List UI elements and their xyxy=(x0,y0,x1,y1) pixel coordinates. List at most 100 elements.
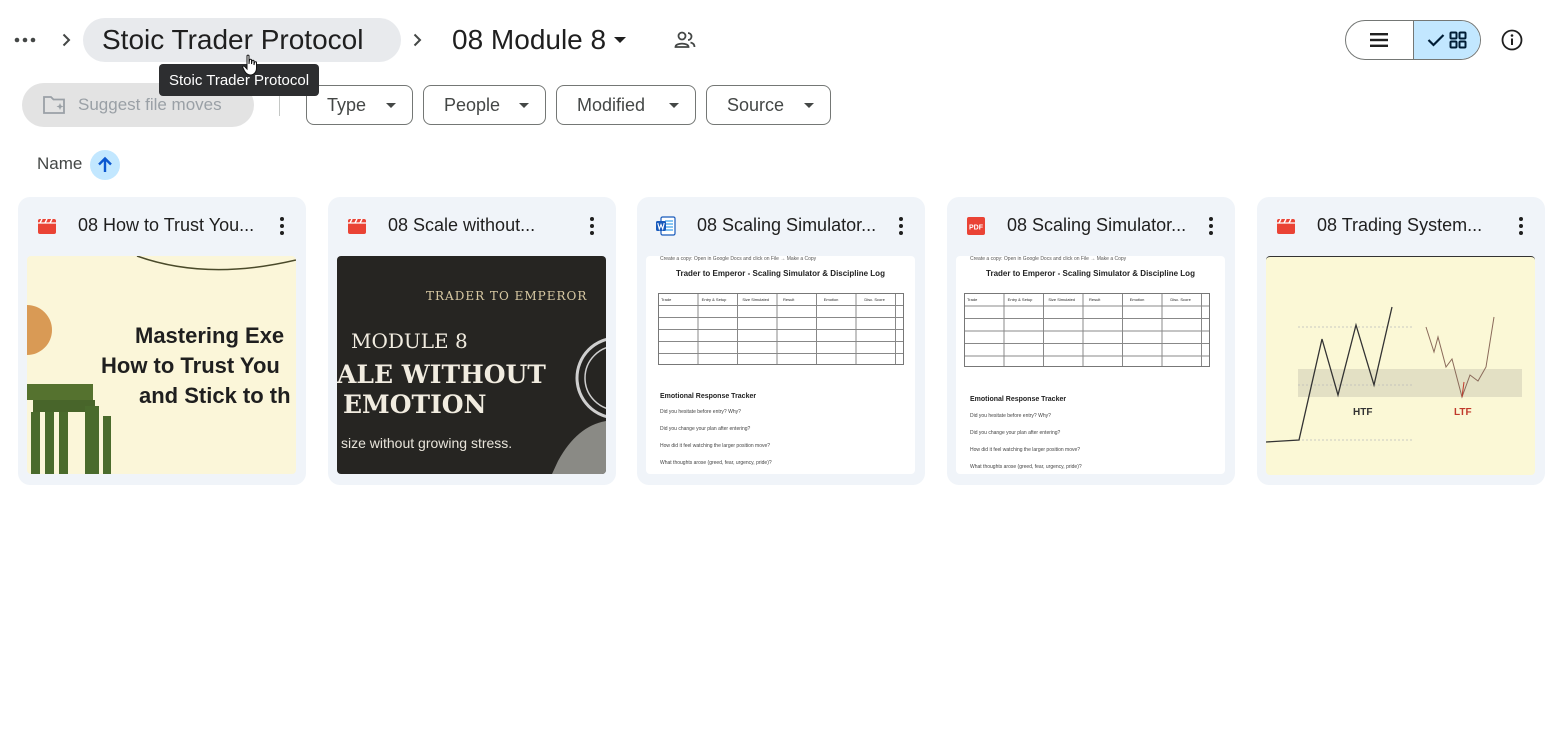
doc-question: What thoughts arose (greed, fear, urgenc… xyxy=(660,460,772,466)
file-card[interactable]: 08 How to Trust You... Mastering Exe How… xyxy=(18,197,306,485)
arrow-drop-down-icon xyxy=(519,102,529,108)
folder-suggest-icon xyxy=(43,96,65,114)
sort-direction-button[interactable] xyxy=(90,150,120,180)
doc-question: What thoughts arose (greed, fear, urgenc… xyxy=(970,464,1082,470)
info-icon xyxy=(1501,29,1523,51)
list-view-button[interactable] xyxy=(1346,21,1413,59)
more-vert-icon xyxy=(280,217,284,235)
file-name: 08 Scaling Simulator... xyxy=(697,215,877,235)
doc-table-header: Entry & Setup xyxy=(1007,297,1033,302)
doc-question: How did it feel watching the larger posi… xyxy=(970,447,1081,453)
more-vert-icon xyxy=(1209,217,1213,235)
doc-table: Trade Entry & Setup Size Simulated Resul… xyxy=(658,293,904,365)
doc-table-header: Size Simulated xyxy=(742,297,770,302)
more-actions-button[interactable] xyxy=(889,213,913,239)
filter-label: Source xyxy=(727,94,785,115)
doc-question: Did you change your plan after entering? xyxy=(660,426,751,432)
filter-source-chip[interactable]: Source xyxy=(706,85,831,125)
page-title: 08 Module 8 xyxy=(452,24,607,55)
file-name: 08 Scale without... xyxy=(388,215,536,235)
grid-icon xyxy=(1449,31,1467,49)
file-thumbnail: HTF LTF xyxy=(1266,256,1535,475)
list-icon xyxy=(1370,33,1389,47)
grid-view-button[interactable] xyxy=(1412,21,1480,59)
thumbnail-text: Mastering Exe xyxy=(135,323,285,348)
thumbnail-text: TRADER TO EMPEROR xyxy=(426,289,588,303)
more-actions-button[interactable] xyxy=(1509,213,1533,239)
doc-table: Trade Entry & Setup Size Simulated Resul… xyxy=(964,293,1210,367)
file-card[interactable]: 08 Trading System... HTF LTF xyxy=(1257,197,1545,485)
filter-label: People xyxy=(444,94,501,115)
chevron-right-icon xyxy=(58,30,74,50)
word-document-icon xyxy=(656,216,676,236)
arrow-drop-down-icon xyxy=(386,102,396,108)
doc-note: Create a copy: Open in Google Docs and c… xyxy=(970,256,1127,262)
doc-table-header: Entry & Setup xyxy=(701,297,727,302)
view-details-button[interactable] xyxy=(1496,24,1528,56)
current-folder-menu[interactable]: 08 Module 8 xyxy=(438,18,642,62)
doc-table-header: Disc. Score xyxy=(1170,297,1191,302)
more-horiz-icon xyxy=(14,37,36,43)
arrow-drop-down-icon xyxy=(614,37,627,43)
doc-section-title: Emotional Response Tracker xyxy=(660,393,757,400)
file-name: 08 Trading System... xyxy=(1317,215,1483,235)
thumbnail-text: size without growing stress. xyxy=(341,435,513,451)
more-vert-icon xyxy=(1519,217,1523,235)
doc-table-header: Result xyxy=(1089,297,1101,302)
doc-title: Trader to Emperor - Scaling Simulator & … xyxy=(986,269,1195,278)
video-file-icon xyxy=(1277,218,1295,234)
people-icon xyxy=(674,31,696,48)
more-actions-button[interactable] xyxy=(1199,213,1223,239)
more-actions-button[interactable] xyxy=(580,213,604,239)
more-vert-icon xyxy=(590,217,594,235)
arrow-drop-down-icon xyxy=(669,102,679,108)
svg-text:PDF: PDF xyxy=(969,225,984,232)
thumbnail-text: MODULE 8 xyxy=(351,329,468,353)
doc-table-header: Emotion xyxy=(823,297,839,302)
more-breadcrumbs-button[interactable] xyxy=(8,24,42,56)
doc-table-header: Result xyxy=(783,297,795,302)
sort-by-name-button[interactable]: Name xyxy=(37,154,82,174)
suggest-file-moves-label: Suggest file moves xyxy=(78,95,222,114)
hand-pointer-cursor-icon xyxy=(242,54,257,76)
filter-type-chip[interactable]: Type xyxy=(306,85,413,125)
file-thumbnail: TRADER TO EMPEROR MODULE 8 ALE WITHOUT E… xyxy=(337,256,606,474)
more-actions-button[interactable] xyxy=(270,213,294,239)
doc-section-title: Emotional Response Tracker xyxy=(970,396,1067,403)
video-file-icon xyxy=(348,218,366,234)
thumbnail-text: ALE WITHOUT xyxy=(337,360,546,389)
chart-label-ltf: LTF xyxy=(1454,407,1472,418)
doc-question: How did it feel watching the larger posi… xyxy=(660,443,771,449)
filter-modified-chip[interactable]: Modified xyxy=(556,85,696,125)
doc-note: Create a copy: Open in Google Docs and c… xyxy=(660,256,817,262)
arrow-upward-icon xyxy=(98,156,112,172)
toolbar-divider xyxy=(279,94,280,116)
doc-table-header: Size Simulated xyxy=(1048,297,1076,302)
pdf-file-icon: PDF xyxy=(967,217,985,235)
filter-label: Modified xyxy=(577,94,646,115)
arrow-drop-down-icon xyxy=(804,102,814,108)
chart-label-htf: HTF xyxy=(1353,407,1373,418)
check-icon xyxy=(1427,34,1445,47)
shared-folder-button[interactable] xyxy=(672,27,698,53)
view-toggle xyxy=(1345,20,1481,60)
filter-people-chip[interactable]: People xyxy=(423,85,546,125)
doc-table-header: Trade xyxy=(967,297,978,302)
file-name: 08 Scaling Simulator... xyxy=(1007,215,1187,235)
doc-question: Did you change your plan after entering? xyxy=(970,430,1061,436)
breadcrumb-parent-label: Stoic Trader Protocol xyxy=(102,24,364,55)
thumbnail-text: and Stick to th xyxy=(139,383,291,408)
file-thumbnail: Create a copy: Open in Google Docs and c… xyxy=(956,256,1225,474)
file-card[interactable]: PDF 08 Scaling Simulator... Create a cop… xyxy=(947,197,1235,485)
doc-table-header: Disc. Score xyxy=(864,297,885,302)
doc-title: Trader to Emperor - Scaling Simulator & … xyxy=(676,269,885,278)
file-thumbnail: Create a copy: Open in Google Docs and c… xyxy=(646,256,915,474)
doc-question: Did you hesitate before entry? Why? xyxy=(970,413,1051,419)
video-file-icon xyxy=(38,218,56,234)
thumbnail-text: How to Trust You xyxy=(101,353,280,378)
thumbnail-text: EMOTION xyxy=(343,390,487,419)
file-card[interactable]: 08 Scaling Simulator... Create a copy: O… xyxy=(637,197,925,485)
doc-question: Did you hesitate before entry? Why? xyxy=(660,409,741,415)
doc-table-header: Emotion xyxy=(1129,297,1145,302)
file-card[interactable]: 08 Scale without... TRADER TO EMPEROR MO… xyxy=(328,197,616,485)
